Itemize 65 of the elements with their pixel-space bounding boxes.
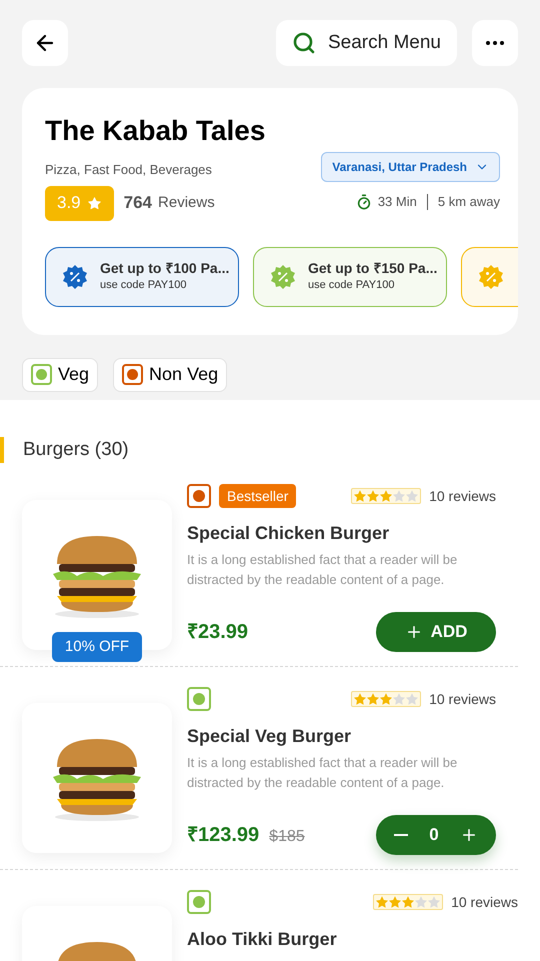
- reviews-label: Reviews: [158, 192, 215, 213]
- reviews-text: 10 reviews: [429, 690, 496, 708]
- non-veg-icon: [187, 484, 211, 508]
- offer-title: Get up to ₹100 Pa...: [100, 259, 230, 278]
- discount-icon: [478, 264, 504, 290]
- star-icon: [406, 490, 418, 502]
- star-icon: [367, 490, 380, 502]
- timer-icon: [356, 194, 372, 210]
- add-button[interactable]: ADD: [376, 612, 496, 652]
- reviews-text: 10 reviews: [451, 892, 518, 912]
- item-name: Special Chicken Burger: [187, 522, 390, 545]
- star-icon: [389, 896, 402, 908]
- star-icon: [406, 693, 418, 705]
- star-icon: [428, 896, 440, 908]
- offer-card[interactable]: Get up to ₹150 Pa... use code PAY100: [253, 246, 447, 306]
- offer-card[interactable]: Get up to ₹100 Pa... use code PAY100: [45, 246, 239, 306]
- bestseller-tag: Bestseller: [219, 484, 296, 508]
- star-icon: [415, 896, 428, 908]
- restaurant-name: The Kabab Tales: [45, 114, 266, 148]
- item-price: ₹23.99: [187, 620, 248, 645]
- star-icon: [380, 490, 392, 502]
- old-price: $185: [269, 827, 305, 847]
- reviews-count: 764: [124, 192, 152, 214]
- veg-icon: [187, 890, 211, 914]
- item-name: Special Veg Burger: [187, 725, 352, 748]
- discount-icon: [270, 264, 296, 290]
- delivery-time: 33 Min: [378, 193, 417, 211]
- item-name: Aloo Tikki Burger: [187, 928, 338, 951]
- location-dropdown[interactable]: Varanasi, Uttar Pradesh: [321, 152, 500, 182]
- filter-chip[interactable]: Veg: [22, 358, 98, 392]
- star-icon: [393, 490, 406, 502]
- offer-code: use code PAY100: [308, 278, 396, 294]
- item-price: ₹123.99: [187, 823, 260, 848]
- back-button[interactable]: [22, 20, 68, 66]
- plus-icon: [460, 826, 478, 844]
- star-icon: [393, 693, 406, 705]
- filter-chip[interactable]: Non Veg: [113, 358, 228, 392]
- distance-text: 5 km away: [438, 193, 500, 211]
- rating-badge: 3.9: [45, 186, 114, 220]
- more-icon: [486, 41, 504, 45]
- star-icon: [402, 896, 414, 908]
- star-icon: [86, 196, 102, 210]
- discount-badge: 10% OFF: [52, 632, 142, 662]
- increase-button[interactable]: [460, 826, 478, 844]
- more-button[interactable]: [472, 20, 518, 66]
- star-icon: [354, 490, 366, 502]
- reviews-text: 10 reviews: [429, 486, 496, 506]
- item-description: It is a long established fact that a reader will be distracted by the readable content of a page.: [187, 754, 458, 792]
- discount-icon: [62, 264, 88, 290]
- quantity-count: 0: [429, 824, 439, 846]
- item-description: It is a long established fact that a reader will be distracted by the readable content of a page.: [187, 551, 458, 589]
- minus-icon: [394, 834, 408, 836]
- star-icon: [367, 693, 380, 705]
- star-icon: [354, 693, 366, 705]
- offer-title: Get up to ₹150 Pa...: [308, 259, 438, 278]
- veg-icon: [31, 364, 52, 385]
- search-button[interactable]: Search Menu: [276, 20, 457, 66]
- star-icon: [376, 896, 388, 908]
- cuisines-text: Pizza, Fast Food, Beverages: [45, 161, 213, 179]
- offer-code: use code PAY100: [100, 278, 188, 294]
- search-icon: [292, 31, 316, 55]
- star-icon: [380, 693, 392, 705]
- veg-icon: [187, 687, 211, 711]
- non-veg-icon: [122, 364, 144, 385]
- section-title: Burgers (30): [23, 438, 129, 462]
